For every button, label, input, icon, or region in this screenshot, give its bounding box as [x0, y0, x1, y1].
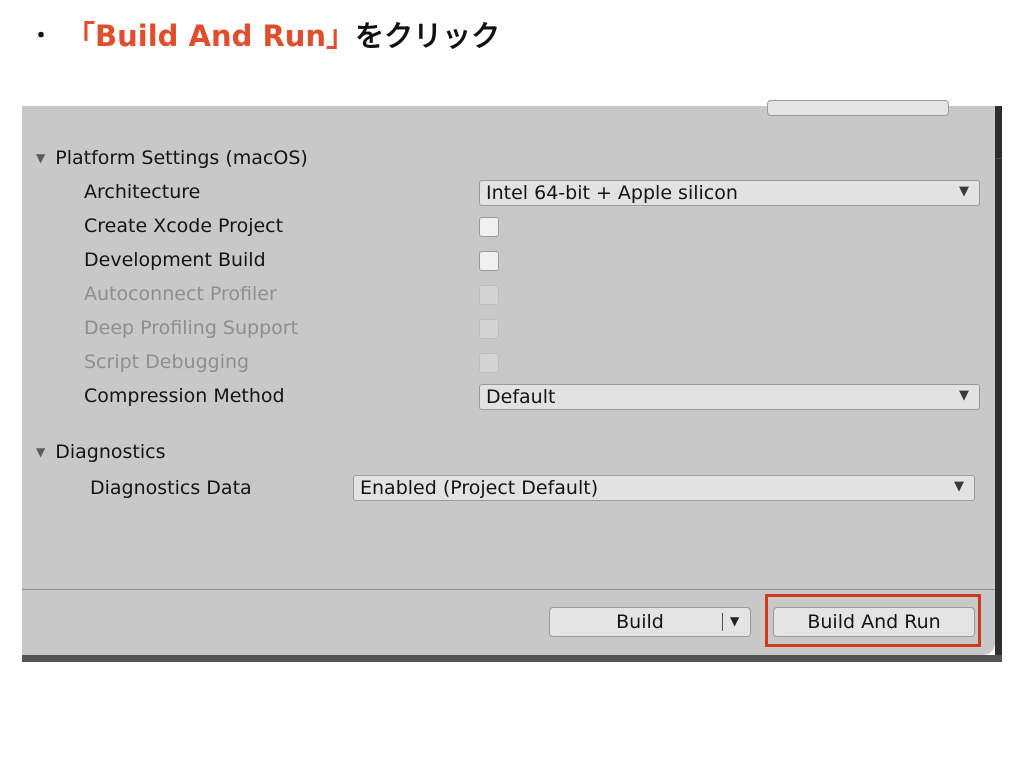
- window-edge-line: [995, 158, 1002, 159]
- diagnostics-header[interactable]: ▼ Diagnostics: [36, 441, 166, 463]
- compression-method-value: Default: [486, 386, 556, 408]
- create-xcode-project-checkbox[interactable]: [479, 217, 499, 237]
- chevron-down-icon: ▼: [954, 479, 964, 494]
- platform-settings-title: Platform Settings (macOS): [55, 147, 308, 169]
- diagnostics-title: Diagnostics: [55, 441, 166, 463]
- architecture-value: Intel 64-bit + Apple silicon: [486, 182, 738, 204]
- diagnostics-data-dropdown[interactable]: Enabled (Project Default) ▼: [353, 475, 975, 501]
- architecture-label: Architecture: [84, 181, 201, 203]
- split-separator: [722, 613, 723, 631]
- autoconnect-profiler-label: Autoconnect Profiler: [84, 283, 277, 305]
- deep-profiling-support-checkbox: [479, 319, 499, 339]
- chevron-down-icon: ▼: [959, 388, 969, 403]
- build-settings-window: ▼ Platform Settings (macOS) Architecture…: [22, 100, 1002, 662]
- deep-profiling-support-label: Deep Profiling Support: [84, 317, 299, 339]
- build-button-label: Build: [616, 611, 664, 633]
- window-shadow-right: [995, 106, 1002, 662]
- create-xcode-project-label: Create Xcode Project: [84, 215, 284, 237]
- compression-method-label: Compression Method: [84, 385, 285, 407]
- compression-method-dropdown[interactable]: Default ▼: [479, 384, 980, 410]
- script-debugging-label: Script Debugging: [84, 351, 250, 373]
- highlight-box: [765, 594, 981, 647]
- instruction-accent-text: 「Build And Run」: [66, 19, 356, 53]
- development-build-label: Development Build: [84, 249, 266, 271]
- cut-off-button[interactable]: [767, 100, 949, 116]
- architecture-dropdown[interactable]: Intel 64-bit + Apple silicon ▼: [479, 180, 980, 206]
- settings-panel: ▼ Platform Settings (macOS) Architecture…: [22, 100, 995, 655]
- platform-settings-header[interactable]: ▼ Platform Settings (macOS): [36, 147, 308, 169]
- diagnostics-data-label: Diagnostics Data: [90, 477, 252, 499]
- instruction-heading: ・ 「Build And Run」 をクリック: [30, 14, 500, 54]
- diagnostics-data-value: Enabled (Project Default): [360, 477, 599, 499]
- autoconnect-profiler-checkbox: [479, 285, 499, 305]
- collapse-triangle-icon[interactable]: ▼: [36, 445, 45, 459]
- chevron-down-icon: ▼: [959, 184, 969, 199]
- development-build-checkbox[interactable]: [479, 251, 499, 271]
- collapse-triangle-icon[interactable]: ▼: [36, 151, 45, 165]
- script-debugging-checkbox: [479, 353, 499, 373]
- bullet: ・: [30, 24, 53, 49]
- window-shadow-bottom: [22, 655, 1002, 662]
- instruction-rest-text: をクリック: [355, 19, 501, 53]
- build-button[interactable]: Build ▼: [549, 607, 751, 637]
- footer-divider: [22, 589, 995, 590]
- dropdown-arrow-icon[interactable]: ▼: [730, 614, 739, 628]
